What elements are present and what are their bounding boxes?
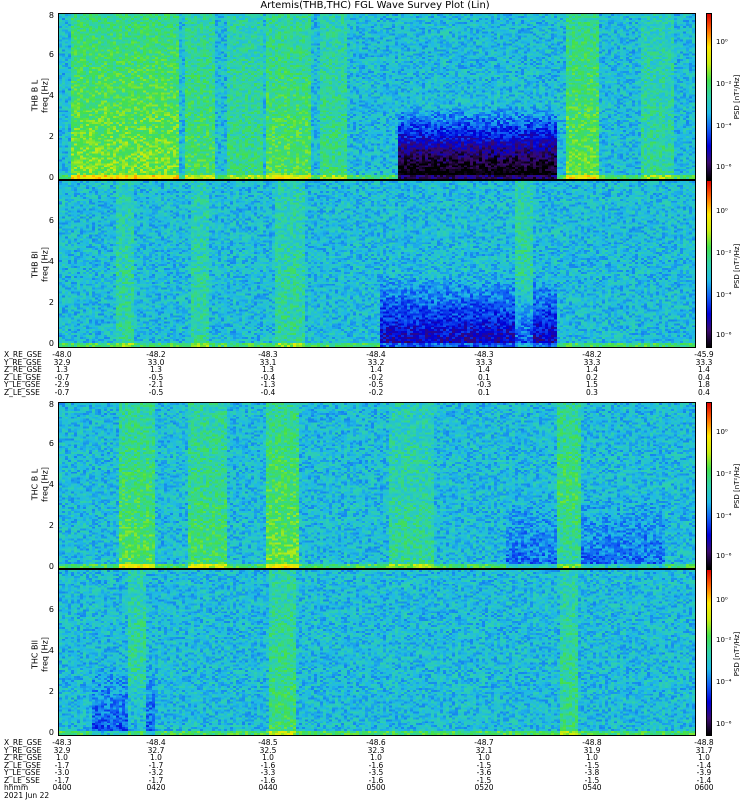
ytick-label: 8 [48,400,54,409]
orbit-value: 0440 [258,783,278,792]
ytick-label: 8 [48,11,54,20]
orbit-value: 0520 [474,783,494,792]
ytick-label: 6 [48,439,54,448]
colorbar-tick: 10⁻² [716,470,732,478]
colorbar-tick: 10⁻⁶ [716,552,732,560]
ytick-label: 0 [48,173,54,182]
colorbar-tick: 10⁻⁴ [716,678,732,686]
orbit-value: 0.3 [586,387,598,397]
orbit-value: 0.1 [478,387,490,397]
ytick-label: 2 [48,687,54,696]
ytick-label: 0 [48,339,54,348]
orbit-value: -0.5 [148,387,164,397]
colorbar-tick: 10⁻⁶ [716,331,732,339]
colorbar-label: PSD [nT²/Hz] [733,243,741,289]
ytick-label: 6 [48,605,54,614]
page-title: Artemis(THB,THC) FGL Wave Survey Plot (L… [260,0,490,11]
ytick-label: 0 [48,562,54,571]
ytick-label: 6 [48,50,54,59]
colorbar-label: PSD [nT²/Hz] [733,74,741,120]
orbit-value: -0.4 [260,387,276,397]
date-label: 2021 Jun 22 [4,790,50,800]
spectrogram-thc-bll [58,569,696,736]
orbit-table-thc: X_RE_GSE -48.3 -48.4 -48.5 -48.6 -48.7 -48.8 -4… [4,739,746,799]
spectrogram-thb-bl-2 [58,180,696,348]
spectrogram-thb-bl [58,13,696,180]
ylabel-thb-bl: THB B L [30,79,40,112]
ylabel-thc-bl: THC B L [30,468,40,501]
colorbar [706,402,712,569]
orbit-value: 0600 [694,783,714,792]
colorbar-tick: 10⁻⁴ [716,512,732,520]
ytick-label: 2 [48,298,54,307]
colorbar-tick: 10⁰ [716,428,728,436]
ytick-label: 0 [48,728,54,737]
ytick-label: 4 [48,480,54,489]
colorbar-label: PSD [nT²/Hz] [733,631,741,677]
colorbar [706,569,712,736]
spectrogram-canvas [59,403,695,568]
orbit-row-label: Z_LE_SSE [4,387,40,397]
colorbar-tick: 10⁰ [716,38,728,46]
orbit-value: -0.7 [54,387,70,397]
colorbar-tick: 10⁰ [716,207,728,215]
colorbar-tick: 10⁻² [716,249,732,257]
ylabel-thb-bl-2: THB Bl [30,251,40,278]
orbit-table-thb: X_RE_GSE -48.0 -48.2 -48.3 -48.4 -48.3 -48.2 -4… [4,351,746,399]
orbit-value: 0540 [582,783,602,792]
ytick-label: 4 [48,257,54,266]
colorbar-tick: 10⁰ [716,596,728,604]
colorbar-tick: 10⁻⁶ [716,720,732,728]
spectrogram-canvas [59,14,695,179]
colorbar [706,13,712,180]
ytick-label: 6 [48,216,54,225]
ylabel-thc-bll: THC Bll [30,640,40,669]
colorbar-tick: 10⁻² [716,636,732,644]
spectrogram-canvas [59,181,695,347]
colorbar-tick: 10⁻⁴ [716,291,732,299]
ytick-label: 4 [48,646,54,655]
ytick-label: 2 [48,521,54,530]
colorbar-tick: 10⁻⁴ [716,122,732,130]
orbit-value: 0420 [146,783,166,792]
ytick-label: 4 [48,91,54,100]
ytick-label: 2 [48,132,54,141]
colorbar-tick: 10⁻⁶ [716,163,732,171]
orbit-value: -0.2 [368,387,384,397]
colorbar-label: PSD [nT²/Hz] [733,463,741,509]
colorbar [706,180,712,348]
spectrogram-thc-bl [58,402,696,569]
orbit-value: 0.4 [698,387,710,397]
colorbar-tick: 10⁻² [716,80,732,88]
spectrogram-canvas [59,570,695,735]
orbit-value: 0500 [366,783,386,792]
